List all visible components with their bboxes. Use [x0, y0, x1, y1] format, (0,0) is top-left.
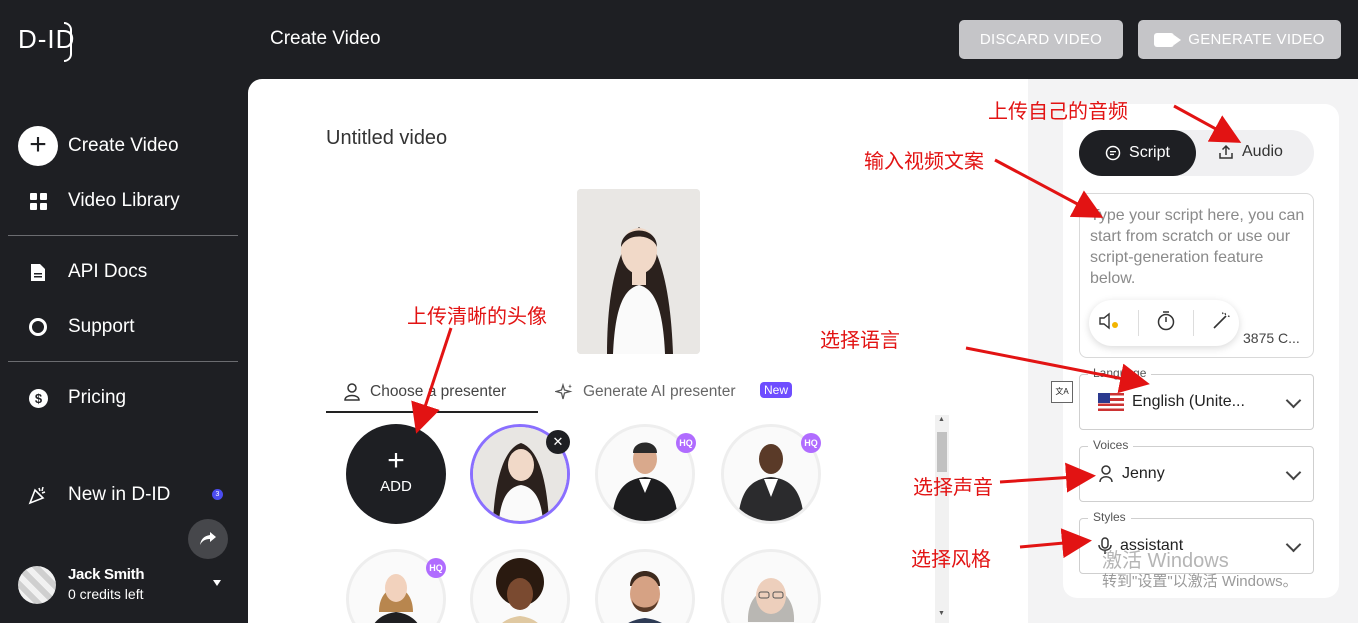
hq-badge: HQ	[426, 558, 446, 578]
discard-video-button[interactable]: DISCARD VIDEO	[959, 20, 1123, 59]
sidebar-item-label: Pricing	[68, 387, 127, 408]
sidebar-item-video-library[interactable]: Video Library	[28, 190, 180, 212]
tab-label: Generate AI presenter	[583, 383, 736, 400]
sidebar-item-label: New in D-ID	[68, 484, 171, 505]
scrollbar-thumb[interactable]	[937, 432, 947, 472]
discard-label: DISCARD VIDEO	[979, 31, 1103, 48]
speaker-icon[interactable]	[1098, 312, 1120, 335]
styles-label: Styles	[1088, 510, 1131, 524]
character-count: 3875 C...	[1243, 330, 1300, 346]
script-placeholder: Type your script here, you can start fro…	[1090, 207, 1305, 287]
sidebar-item-api-docs[interactable]: API Docs	[28, 261, 147, 283]
party-popper-icon	[28, 485, 48, 505]
language-select[interactable]: English (Unite...	[1079, 374, 1314, 430]
annotation-choose-language: 选择语言	[820, 330, 900, 352]
grid-icon	[28, 192, 48, 210]
generate-label: GENERATE VIDEO	[1188, 31, 1325, 48]
video-camera-icon	[1154, 32, 1182, 47]
annotation-upload-avatar: 上传清晰的头像	[407, 306, 547, 328]
annotation-input-script: 输入视频文案	[864, 151, 984, 173]
script-tools-bar	[1089, 300, 1239, 346]
tab-choose-presenter[interactable]: Choose a presenter	[344, 383, 506, 401]
plus-icon[interactable]: +	[18, 126, 58, 166]
lifebuoy-icon	[28, 318, 48, 336]
chevron-down-icon	[1285, 536, 1302, 553]
document-icon	[28, 263, 48, 281]
chat-bubble-icon	[1105, 145, 1121, 161]
presenter-preview-image	[577, 189, 700, 354]
chevron-down-icon	[1285, 392, 1302, 409]
person-voice-icon	[1099, 465, 1113, 483]
sidebar-item-label: Create Video	[68, 135, 179, 156]
script-tab[interactable]: Script	[1079, 130, 1196, 176]
stopwatch-icon[interactable]	[1157, 310, 1175, 336]
windows-activation-watermark: 激活 Windows	[1102, 550, 1229, 572]
sidebar-divider	[8, 361, 238, 362]
remove-presenter-icon[interactable]: ✕	[546, 430, 570, 454]
windows-activation-hint: 转到"设置"以激活 Windows。	[1102, 573, 1298, 590]
credits-remaining: 0 credits left	[68, 586, 144, 602]
tab-generate-ai-presenter[interactable]: Generate AI presenter	[555, 383, 736, 401]
sidebar-item-create-video[interactable]: Create Video	[68, 135, 179, 157]
scroll-up-icon[interactable]: ▲	[938, 416, 945, 423]
audio-tab-label: Audio	[1242, 143, 1283, 160]
chevron-down-icon	[1285, 464, 1302, 481]
translate-icon[interactable]: 文A	[1051, 381, 1073, 403]
sidebar-item-label: Video Library	[68, 190, 180, 211]
annotation-choose-voice: 选择声音	[913, 477, 993, 499]
language-value: English (Unite...	[1132, 393, 1245, 410]
script-tab-label: Script	[1129, 144, 1170, 161]
sidebar-item-pricing[interactable]: $ Pricing	[28, 387, 126, 409]
tool-divider	[1138, 310, 1139, 336]
tab-label: Choose a presenter	[370, 383, 507, 400]
annotation-upload-audio: 上传自己的音频	[988, 101, 1128, 123]
user-name: Jack Smith	[68, 566, 145, 583]
caret-down-icon[interactable]	[213, 580, 221, 586]
new-badge: New	[760, 382, 793, 398]
active-tab-indicator	[326, 411, 538, 413]
share-arrow-icon[interactable]	[188, 519, 228, 559]
sidebar-item-support[interactable]: Support	[28, 316, 135, 338]
sidebar-divider	[8, 235, 238, 236]
add-presenter-button[interactable]: + ADD	[346, 424, 446, 524]
magic-wand-icon[interactable]	[1212, 311, 1230, 335]
voice-value: Jenny	[1122, 465, 1165, 482]
avatar[interactable]	[18, 566, 56, 604]
sidebar-item-label: API Docs	[68, 261, 148, 282]
svg-text:$: $	[34, 391, 42, 406]
logo-face-icon	[64, 22, 72, 62]
video-title[interactable]: Untitled video	[326, 127, 447, 150]
dollar-icon: $	[28, 388, 48, 408]
us-flag-icon	[1098, 393, 1124, 411]
sidebar-item-new-in-d-id[interactable]: New in D-ID	[28, 484, 170, 506]
sparkle-icon	[555, 383, 573, 400]
page-title: Create Video	[270, 28, 381, 49]
plus-icon: +	[387, 444, 405, 477]
hq-badge: HQ	[801, 433, 821, 453]
voices-label: Voices	[1088, 438, 1134, 452]
audio-tab[interactable]: Audio	[1218, 143, 1283, 161]
notification-count-badge: 3	[212, 489, 223, 500]
generate-video-button[interactable]: GENERATE VIDEO	[1138, 20, 1341, 59]
sidebar-item-label: Support	[68, 316, 135, 337]
upload-icon	[1219, 144, 1233, 159]
language-label: Language	[1088, 366, 1152, 380]
add-label: ADD	[380, 478, 412, 495]
scroll-down-icon[interactable]: ▼	[938, 610, 945, 617]
tool-divider	[1193, 310, 1194, 336]
person-icon	[344, 383, 360, 401]
voices-select[interactable]: Jenny	[1079, 446, 1314, 502]
hq-badge: HQ	[676, 433, 696, 453]
annotation-choose-style: 选择风格	[911, 549, 991, 571]
